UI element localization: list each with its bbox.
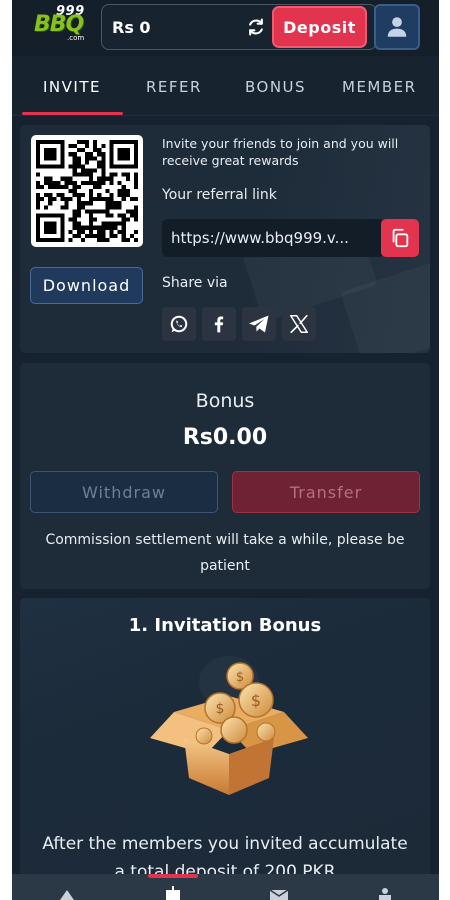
share-via-label: Share via — [162, 275, 228, 291]
logo[interactable]: 999 BBQ .com — [34, 4, 94, 42]
copy-link-button[interactable] — [381, 219, 419, 257]
telegram-icon — [249, 315, 269, 333]
referral-link-text: https://www.bbq999.v... — [171, 229, 349, 247]
balance-box: Rs 0 Deposit — [101, 4, 377, 50]
facebook-icon — [214, 316, 224, 333]
deposit-button[interactable]: Deposit — [272, 6, 367, 48]
user-icon — [387, 17, 407, 37]
withdraw-button[interactable]: Withdraw — [30, 471, 218, 513]
tab-member[interactable]: MEMBER — [342, 78, 417, 96]
profile-nav-icon[interactable] — [374, 886, 396, 900]
facebook-share-button[interactable] — [202, 307, 236, 341]
bonus-amount: Rs0.00 — [182, 425, 268, 450]
app-frame: 999 BBQ .com Rs 0 Deposit INVITE REFER B… — [12, 0, 439, 900]
download-button[interactable]: Download — [30, 267, 143, 304]
header: 999 BBQ .com Rs 0 Deposit — [12, 0, 439, 56]
tab-bonus[interactable]: BONUS — [245, 78, 306, 96]
tab-bar: INVITE REFER BONUS MEMBER — [12, 58, 439, 116]
tab-invite[interactable]: INVITE — [43, 78, 101, 96]
invitation-bonus-title: 1. Invitation Bonus — [128, 615, 322, 636]
svg-text:$: $ — [251, 691, 261, 710]
svg-text:$: $ — [236, 670, 244, 685]
profile-button[interactable] — [374, 4, 420, 50]
invite-card: Download Invite your friends to join and… — [20, 125, 430, 353]
logo-domain: .com — [67, 34, 85, 42]
bonus-title: Bonus — [195, 390, 255, 412]
active-nav-indicator — [148, 874, 198, 878]
referral-link-field[interactable]: https://www.bbq999.v... — [162, 219, 384, 257]
invite-description: Invite your friends to join and you will… — [162, 136, 399, 168]
refresh-icon[interactable] — [246, 17, 266, 37]
balance-value: Rs 0 — [112, 18, 151, 37]
bonus-card: Bonus Rs0.00 Withdraw Transfer Commissio… — [20, 363, 430, 589]
x-icon — [290, 314, 308, 334]
invitation-bonus-card: 1. Invitation Bonus $ $ $ After the memb… — [20, 598, 430, 900]
invite-nav-icon[interactable] — [162, 886, 184, 900]
tab-refer[interactable]: REFER — [146, 78, 202, 96]
transfer-button[interactable]: Transfer — [232, 471, 420, 513]
whatsapp-icon — [170, 315, 188, 333]
whatsapp-share-button[interactable] — [162, 307, 196, 341]
mail-nav-icon[interactable] — [268, 886, 290, 900]
promotion-nav-icon[interactable] — [56, 886, 78, 900]
svg-text:$: $ — [216, 701, 225, 717]
referral-qr-code — [31, 135, 143, 247]
active-tab-indicator — [22, 112, 123, 115]
bottom-nav — [12, 874, 439, 900]
gift-box-coins-icon: $ $ $ — [150, 656, 308, 795]
telegram-share-button[interactable] — [242, 307, 276, 341]
referral-link-label: Your referral link — [162, 187, 277, 203]
x-share-button[interactable] — [282, 307, 316, 341]
copy-icon — [392, 228, 409, 248]
commission-note: Commission settlement will take a while,… — [45, 532, 405, 574]
